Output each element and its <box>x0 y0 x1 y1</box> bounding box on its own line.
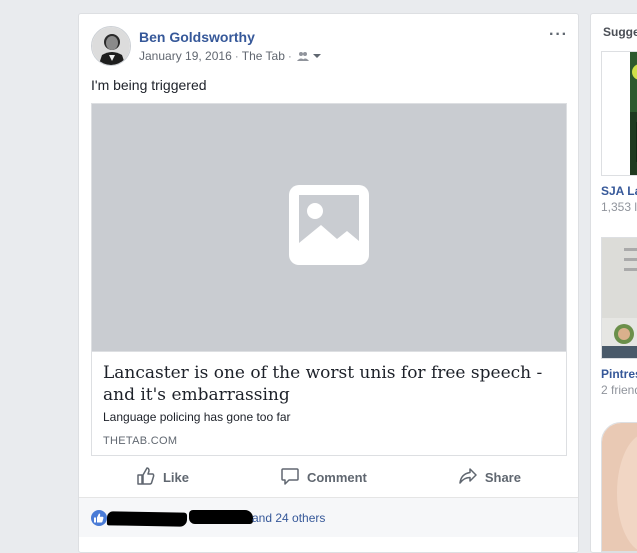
like-reaction-icon[interactable] <box>91 510 107 526</box>
like-button[interactable]: Like <box>137 466 189 488</box>
reactions-bar: and 24 others <box>79 497 578 537</box>
redaction-mark <box>189 510 253 524</box>
suggested-page-likes: 1,353 likes <box>601 200 637 214</box>
suggested-page-name[interactable]: SJA Lancaster <box>601 184 637 198</box>
reaction-others-link[interactable]: and 24 others <box>252 511 325 525</box>
author-name[interactable]: Ben Goldsworthy <box>139 29 255 45</box>
suggested-page-thumbnail[interactable] <box>601 51 637 176</box>
post-meta: January 19, 2016 · The Tab · <box>139 49 322 63</box>
post-text: I'm being triggered <box>91 77 207 93</box>
share-button[interactable]: Share <box>459 467 521 488</box>
comment-icon <box>281 467 299 488</box>
friends-audience-icon[interactable] <box>296 51 309 61</box>
link-image[interactable] <box>92 104 566 352</box>
meta-separator: · <box>234 49 239 63</box>
suggested-page-thumbnail[interactable] <box>601 237 637 359</box>
post-actions: Like Comment Share <box>91 461 567 493</box>
image-placeholder-icon <box>289 185 369 270</box>
comment-button[interactable]: Comment <box>281 467 367 488</box>
meta-separator-2: · <box>287 49 292 63</box>
comment-label: Comment <box>306 469 367 485</box>
like-label: Like <box>162 469 189 485</box>
chevron-down-icon[interactable] <box>312 49 322 63</box>
suggested-page-friends: 2 friends <box>601 383 637 397</box>
suggested-title: Suggested Pages <box>603 25 637 39</box>
thumbs-up-icon <box>137 466 155 488</box>
page-link[interactable]: The Tab <box>242 49 285 63</box>
post-card: Ben Goldsworthy January 19, 2016 · The T… <box>78 13 579 553</box>
suggested-page-item[interactable]: SJA Lancaster 1,353 likes <box>601 51 637 214</box>
link-preview-card[interactable]: Lancaster is one of the worst unis for f… <box>91 103 567 456</box>
more-options-button[interactable]: ··· <box>549 26 568 44</box>
link-domain: THETAB.COM <box>103 435 178 447</box>
link-title[interactable]: Lancaster is one of the worst unis for f… <box>103 362 553 406</box>
post-date[interactable]: January 19, 2016 <box>139 49 232 63</box>
redaction-mark <box>106 511 188 527</box>
share-icon <box>459 467 477 488</box>
avatar[interactable] <box>91 26 131 66</box>
suggested-pages-panel: Suggested Pages SJA Lancaster 1,353 like… <box>590 13 637 553</box>
suggested-page-item[interactable]: Pintrest 2 friends <box>601 237 637 397</box>
share-label: Share <box>484 469 521 485</box>
suggested-page-name[interactable]: Pintrest <box>601 367 637 381</box>
link-description: Language policing has gone too far <box>103 410 291 424</box>
